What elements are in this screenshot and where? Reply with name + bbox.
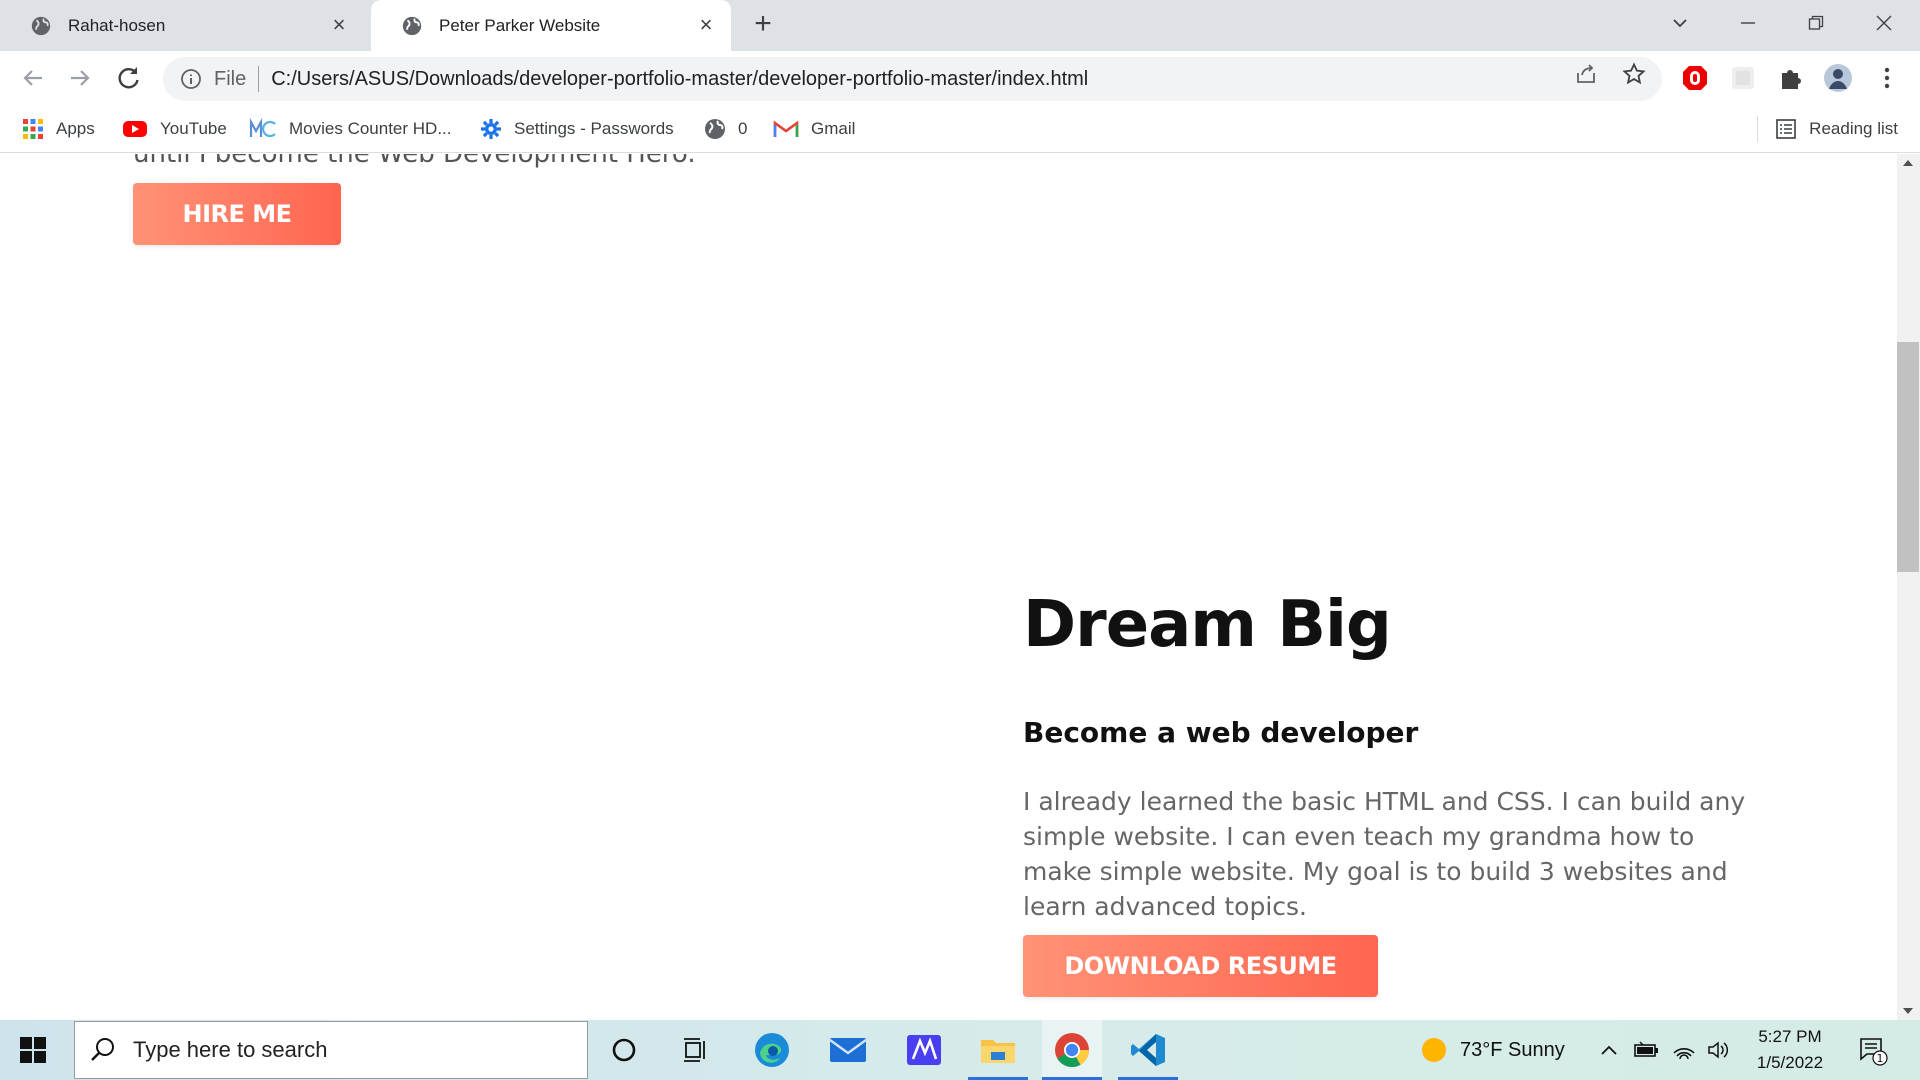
tab-rahat-hosen[interactable]: Rahat-hosen × (0, 0, 364, 51)
dream-subheading: Become a web developer (1023, 716, 1419, 749)
bookmark-label: Apps (56, 119, 95, 138)
windows-start-icon[interactable] (20, 1037, 46, 1063)
opera-adblock-extension-icon[interactable] (1680, 63, 1710, 93)
restore-button[interactable] (1796, 8, 1836, 38)
scroll-down-arrow-icon[interactable] (1903, 1008, 1913, 1014)
globe-icon (31, 16, 51, 35)
bookmark-label: Settings - Passwords (514, 119, 674, 138)
hire-me-button[interactable]: HIRE ME (133, 183, 341, 245)
bookmark-zero[interactable]: 0 (704, 106, 747, 152)
bookmark-star-icon[interactable] (1622, 62, 1646, 86)
reading-list-button[interactable]: Reading list (1757, 106, 1898, 152)
back-arrow-icon[interactable] (18, 63, 48, 93)
vscode-icon[interactable] (1118, 1020, 1178, 1080)
globe-icon (705, 119, 725, 139)
reading-list-icon (1776, 119, 1796, 139)
tab-search-chevron-icon[interactable] (1660, 8, 1700, 38)
tab-title: Peter Parker Website (439, 15, 601, 35)
bookmark-label: 0 (738, 119, 748, 138)
bookmark-settings-passwords[interactable]: Settings - Passwords (480, 106, 674, 152)
scrollbar-thumb[interactable] (1897, 342, 1919, 572)
notification-center-icon[interactable]: 1 (1858, 1036, 1888, 1066)
bookmark-label: Movies Counter HD... (289, 119, 452, 138)
notification-count: 1 (1877, 1052, 1884, 1065)
search-placeholder: Type here to search (133, 1037, 328, 1062)
new-tab-button[interactable]: + (748, 9, 778, 40)
system-clock[interactable]: 5:27 PM 1/5/2022 (1740, 1024, 1840, 1076)
dream-paragraph: I already learned the basic HTML and CSS… (1023, 787, 1746, 921)
wifi-icon[interactable] (1672, 1020, 1696, 1080)
share-icon[interactable] (1574, 62, 1598, 86)
tab-title: Rahat-hosen (68, 15, 166, 35)
task-view-icon[interactable] (666, 1020, 726, 1080)
chrome-icon[interactable] (1042, 1020, 1102, 1080)
scroll-up-arrow-icon[interactable] (1903, 160, 1913, 166)
close-window-button[interactable] (1864, 8, 1904, 38)
bookmark-gmail[interactable]: Gmail (773, 106, 855, 152)
youtube-icon (123, 121, 147, 137)
show-hidden-icons-chevron-icon[interactable] (1598, 1020, 1620, 1080)
bookmarks-divider (1757, 116, 1759, 142)
file-explorer-icon[interactable] (968, 1020, 1028, 1080)
weather-text: 73°F Sunny (1460, 1038, 1565, 1061)
forward-arrow-icon[interactable] (65, 63, 95, 93)
clock-date: 1/5/2022 (1756, 1053, 1824, 1072)
browser-toolbar: File C:/Users/ASUS/Downloads/developer-p… (0, 51, 1920, 106)
clock-time: 5:27 PM (1758, 1027, 1822, 1046)
bookmark-label: Gmail (811, 119, 856, 138)
windows-taskbar: Type here to search 73°F Sunny 5:27 PM 1… (0, 1020, 1920, 1080)
battery-icon[interactable] (1632, 1020, 1660, 1080)
cortana-icon[interactable] (594, 1020, 654, 1080)
taskbar-search-box[interactable]: Type here to search (74, 1021, 588, 1079)
close-tab-icon[interactable]: × (695, 14, 717, 36)
browser-tab-strip: Rahat-hosen × Peter Parker Website × + (0, 0, 1920, 51)
scheme-label: File (214, 67, 247, 90)
url-text[interactable]: C:/Users/ASUS/Downloads/developer-portfo… (271, 68, 1088, 91)
weather-widget[interactable]: 73°F Sunny (1420, 1020, 1565, 1080)
reload-icon[interactable] (114, 63, 144, 93)
minimize-button[interactable] (1728, 8, 1768, 38)
download-resume-button[interactable]: DOWNLOAD RESUME (1023, 935, 1378, 997)
bookmark-youtube[interactable]: YouTube (122, 106, 227, 152)
info-icon[interactable] (180, 68, 202, 90)
bookmark-apps[interactable]: Apps (22, 106, 95, 152)
globe-icon (402, 16, 422, 35)
page-viewport: until I become the Web Development Hero.… (0, 154, 1897, 1020)
sun-icon (1422, 1038, 1446, 1062)
address-bar[interactable]: File C:/Users/ASUS/Downloads/developer-p… (163, 57, 1662, 101)
search-icon (91, 1038, 114, 1061)
intro-paragraph-tail: until I become the Web Development Hero. (133, 154, 696, 169)
bookmark-label: YouTube (160, 119, 227, 138)
profile-avatar[interactable] (1823, 63, 1853, 93)
reading-list-label: Reading list (1809, 119, 1898, 138)
extension-placeholder-icon[interactable] (1728, 63, 1758, 93)
volume-icon[interactable] (1706, 1020, 1730, 1080)
bookmarks-bar: Apps YouTube Movies Counter HD... Settin… (0, 106, 1920, 153)
more-menu-icon[interactable] (1872, 63, 1902, 93)
extensions-puzzle-icon[interactable] (1776, 63, 1806, 93)
omnibox-divider (258, 66, 260, 92)
tab-peter-parker-website[interactable]: Peter Parker Website × (371, 0, 731, 51)
gmail-icon (773, 120, 799, 137)
dream-big-heading: Dream Big (1023, 588, 1392, 662)
mail-icon[interactable] (818, 1020, 878, 1080)
page-scrollbar[interactable] (1897, 154, 1920, 1020)
mc-logo-icon (249, 118, 276, 138)
edge-browser-icon[interactable] (742, 1020, 802, 1080)
gear-icon (481, 119, 501, 139)
apps-grid-icon (23, 119, 43, 139)
app-m-icon[interactable] (894, 1020, 954, 1080)
close-tab-icon[interactable]: × (328, 14, 350, 36)
bookmark-movies-counter[interactable]: Movies Counter HD... (249, 106, 452, 152)
